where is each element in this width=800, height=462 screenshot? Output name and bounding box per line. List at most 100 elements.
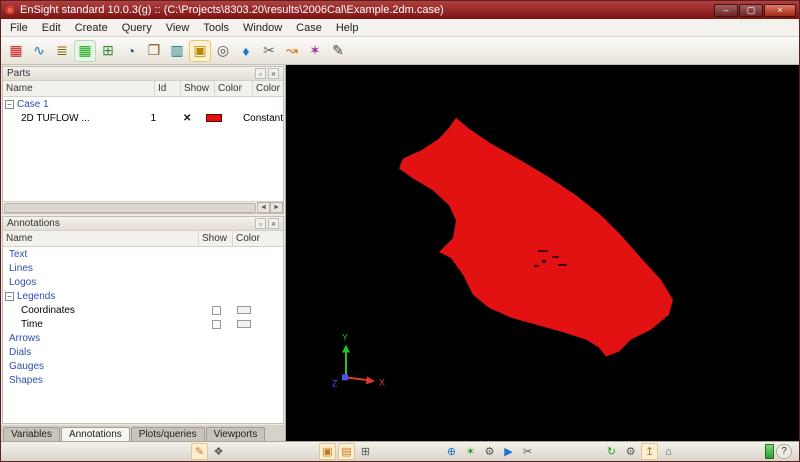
- tab-viewports[interactable]: Viewports: [206, 427, 266, 441]
- tree-item-case[interactable]: − Case 1: [3, 97, 283, 111]
- menu-case[interactable]: Case: [289, 21, 329, 35]
- show-checkbox[interactable]: [212, 320, 221, 329]
- annotation-item-text[interactable]: Text: [3, 247, 283, 261]
- close-icon[interactable]: ×: [268, 218, 279, 229]
- minimize-button[interactable]: –: [714, 4, 738, 17]
- pin-icon[interactable]: ▫: [255, 218, 266, 229]
- menu-view[interactable]: View: [159, 21, 197, 35]
- variables-icon[interactable]: ▦: [74, 40, 96, 62]
- query-icon[interactable]: ≣: [51, 40, 73, 62]
- item-label[interactable]: Dials: [3, 347, 31, 358]
- col-id: Id: [155, 81, 181, 96]
- item-label[interactable]: Logos: [3, 277, 36, 288]
- collapse-icon[interactable]: −: [5, 292, 14, 301]
- toolbox-icon[interactable]: ▣: [189, 40, 211, 62]
- menu-window[interactable]: Window: [236, 21, 289, 35]
- parts-icon[interactable]: ▦: [5, 40, 27, 62]
- zoom-icon[interactable]: ◎: [212, 40, 234, 62]
- menu-edit[interactable]: Edit: [35, 21, 68, 35]
- part-name[interactable]: 2D TUFLOW ...: [3, 113, 147, 124]
- annotations-list: Text Lines Logos − Legends Coordinates: [3, 247, 283, 423]
- contour-icon[interactable]: ✶: [304, 40, 326, 62]
- annotation-item-shapes[interactable]: Shapes: [3, 373, 283, 387]
- pin-icon[interactable]: ▫: [255, 68, 266, 79]
- menu-file[interactable]: File: [3, 21, 35, 35]
- scroll-right-icon[interactable]: ►: [270, 202, 283, 213]
- annotation-item-logos[interactable]: Logos: [3, 275, 283, 289]
- window-grid-icon[interactable]: ⊞: [357, 443, 374, 460]
- parts-panel: Parts ▫ × Name Id Show Color Color by − …: [2, 66, 284, 214]
- menu-create[interactable]: Create: [68, 21, 115, 35]
- col-color: Color: [215, 81, 253, 96]
- annotation-item-gauges[interactable]: Gauges: [3, 359, 283, 373]
- item-label[interactable]: Coordinates: [3, 305, 199, 316]
- case-label[interactable]: Case 1: [17, 99, 49, 110]
- solution-time-icon[interactable]: ▥: [166, 40, 188, 62]
- scroll-left-icon[interactable]: ◄: [257, 202, 270, 213]
- upload-icon[interactable]: ↥: [641, 443, 658, 460]
- title-bar: ◉ EnSight standard 10.0.3(g) :: (C:\Proj…: [1, 1, 799, 19]
- status-power-icon: [765, 444, 774, 459]
- part-color-by: Constant: [239, 113, 283, 124]
- refresh-icon[interactable]: ↻: [603, 443, 620, 460]
- item-label[interactable]: Shapes: [3, 375, 43, 386]
- tools-icon[interactable]: ⚙: [481, 443, 498, 460]
- item-label[interactable]: Legends: [17, 291, 55, 302]
- play-icon[interactable]: ▶: [500, 443, 517, 460]
- menu-query[interactable]: Query: [115, 21, 159, 35]
- zoom-select-icon[interactable]: ⊕: [443, 443, 460, 460]
- viewport-layout-icon[interactable]: ▣: [319, 443, 336, 460]
- paint-icon[interactable]: ❖: [210, 443, 227, 460]
- wrench-icon[interactable]: ⚙: [622, 443, 639, 460]
- item-label[interactable]: Arrows: [3, 333, 40, 344]
- frame-icon[interactable]: ▤: [338, 443, 355, 460]
- particle-trace-icon[interactable]: ↝: [281, 40, 303, 62]
- maximize-button[interactable]: ▢: [739, 4, 763, 17]
- close-icon[interactable]: ×: [268, 68, 279, 79]
- clock-icon[interactable]: ◔: [120, 40, 142, 62]
- clip-scissors-icon[interactable]: ✂: [258, 40, 280, 62]
- item-label[interactable]: Lines: [3, 263, 33, 274]
- col-name: Name: [3, 231, 199, 246]
- annotation-item-legends[interactable]: − Legends: [3, 289, 283, 303]
- annotation-item-lines[interactable]: Lines: [3, 261, 283, 275]
- parts-hscrollbar[interactable]: ◄ ►: [3, 201, 283, 213]
- menu-bar: File Edit Create Query View Tools Window…: [1, 19, 799, 37]
- color-swatch[interactable]: [237, 320, 251, 328]
- model-polygon[interactable]: [399, 118, 673, 357]
- tab-variables[interactable]: Variables: [3, 427, 60, 441]
- menu-tools[interactable]: Tools: [196, 21, 236, 35]
- show-checkbox[interactable]: [212, 306, 221, 315]
- snap-icon[interactable]: ✶: [462, 443, 479, 460]
- part-color-swatch[interactable]: [206, 114, 222, 122]
- tree-item-part[interactable]: 2D TUFLOW ... 1 ✕ Constant: [3, 111, 283, 125]
- annotation-pen-icon[interactable]: ✎: [191, 443, 208, 460]
- menu-help[interactable]: Help: [329, 21, 366, 35]
- item-label[interactable]: Text: [3, 249, 27, 260]
- scrollbar-thumb[interactable]: [4, 203, 256, 213]
- water-drop-icon[interactable]: ♦: [235, 40, 257, 62]
- annotate-icon[interactable]: ✎: [327, 40, 349, 62]
- viewport-canvas: Y X Z: [286, 65, 799, 441]
- parts-panel-header: Parts ▫ ×: [3, 67, 283, 81]
- flipbook-icon[interactable]: ❐: [143, 40, 165, 62]
- annotation-item-dials[interactable]: Dials: [3, 345, 283, 359]
- tab-annotations[interactable]: Annotations: [61, 427, 130, 441]
- close-button[interactable]: ×: [764, 4, 796, 17]
- annotation-item-arrows[interactable]: Arrows: [3, 331, 283, 345]
- item-label[interactable]: Gauges: [3, 361, 44, 372]
- cut-icon[interactable]: ✂: [519, 443, 536, 460]
- plot-icon[interactable]: ∿: [28, 40, 50, 62]
- help-icon[interactable]: ?: [776, 444, 792, 459]
- annotation-item-coordinates[interactable]: Coordinates: [3, 303, 283, 317]
- color-swatch[interactable]: [237, 306, 251, 314]
- home-icon[interactable]: ⌂: [660, 443, 677, 460]
- annotation-item-time[interactable]: Time: [3, 317, 283, 331]
- collapse-icon[interactable]: −: [5, 100, 14, 109]
- calculator-icon[interactable]: ⊞: [97, 40, 119, 62]
- tab-plots-queries[interactable]: Plots/queries: [131, 427, 205, 441]
- part-show-toggle[interactable]: ✕: [171, 113, 203, 124]
- part-id: 1: [147, 113, 172, 124]
- item-label[interactable]: Time: [3, 319, 199, 330]
- graphics-viewport[interactable]: Y X Z: [286, 65, 799, 441]
